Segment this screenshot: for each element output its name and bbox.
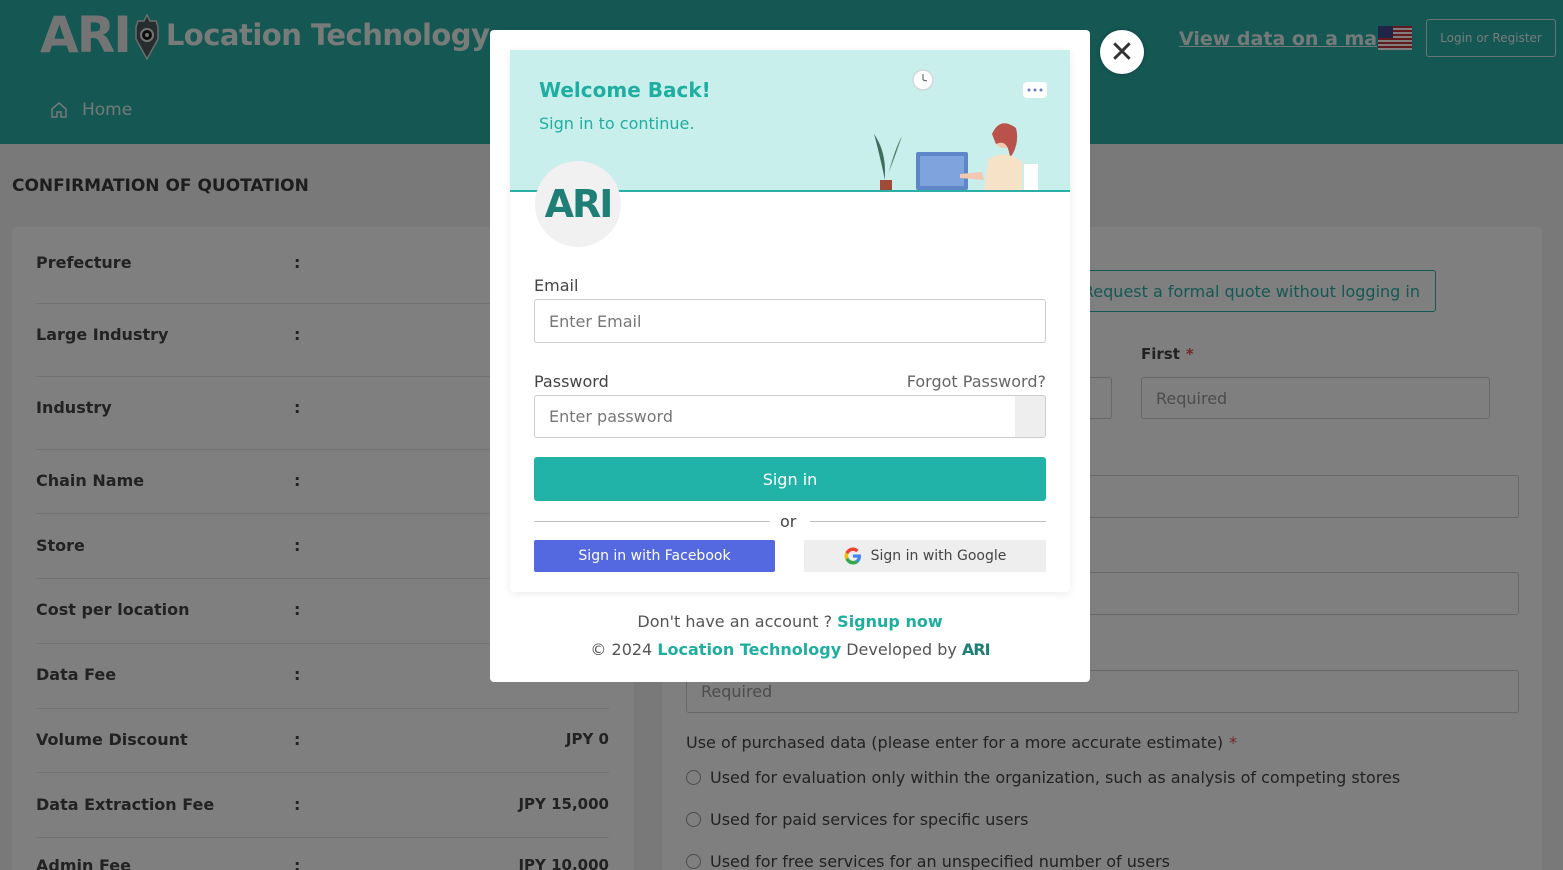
sign-in-button[interactable]: Sign in bbox=[534, 457, 1046, 501]
google-sign-in-label: Sign in with Google bbox=[870, 548, 1007, 564]
no-account-text: Don't have an account ? bbox=[637, 612, 833, 631]
copyright-text: © 2024 bbox=[590, 640, 653, 659]
login-card: Welcome Back! Sign in to continue. ARI E… bbox=[510, 50, 1070, 592]
welcome-subtitle: Sign in to continue. bbox=[539, 114, 695, 133]
forgot-password-link[interactable]: Forgot Password? bbox=[907, 372, 1046, 391]
email-label: Email bbox=[534, 276, 579, 295]
person-at-desk-illustration bbox=[874, 69, 1047, 190]
login-modal: Welcome Back! Sign in to continue. ARI E… bbox=[490, 30, 1090, 682]
or-text: or bbox=[780, 512, 797, 531]
ari-developer-logo[interactable]: ARI bbox=[962, 640, 991, 659]
close-icon: ✕ bbox=[1109, 34, 1135, 70]
brand-name[interactable]: Location Technology bbox=[657, 640, 841, 659]
copyright-footer: © 2024 Location Technology Developed by … bbox=[490, 640, 1090, 659]
password-input[interactable]: Enter password bbox=[534, 395, 1016, 438]
avatar-logo-text: ARI bbox=[544, 182, 614, 226]
signup-link[interactable]: Signup now bbox=[837, 612, 942, 631]
google-sign-in-button[interactable]: Sign in with Google bbox=[804, 540, 1046, 572]
email-input[interactable]: Enter Email bbox=[534, 299, 1046, 343]
facebook-sign-in-button[interactable]: Sign in with Facebook bbox=[534, 540, 775, 572]
password-visibility-toggle[interactable] bbox=[1015, 395, 1046, 438]
or-divider: or bbox=[534, 512, 1046, 532]
welcome-title: Welcome Back! bbox=[539, 78, 711, 102]
signup-prompt: Don't have an account ? Signup now bbox=[490, 612, 1090, 631]
password-label: Password bbox=[534, 372, 609, 391]
developed-by-text: Developed by bbox=[846, 640, 957, 659]
divider-line bbox=[810, 521, 1046, 522]
divider-line bbox=[534, 521, 770, 522]
close-modal-button[interactable]: ✕ bbox=[1100, 30, 1144, 74]
google-icon bbox=[844, 547, 861, 565]
ari-logo-avatar: ARI bbox=[535, 161, 621, 247]
